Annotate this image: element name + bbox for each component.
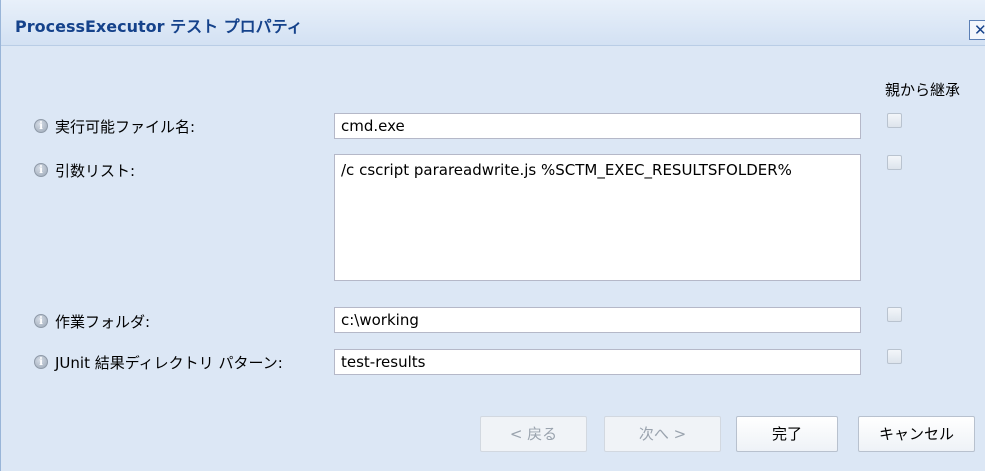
back-button[interactable]: < 戻る [480,416,587,452]
junit-pattern-label: JUnit 結果ディレクトリ パターン: [55,353,283,372]
dialog-body: 親から継承 i 実行可能ファイル名: i 引数リスト: /c cscript p… [1,46,985,471]
working-folder-inherit-checkbox[interactable] [887,307,902,322]
inherit-column-header: 親から継承 [885,81,961,99]
working-folder-label: 作業フォルダ: [55,312,151,331]
arguments-label: 引数リスト: [55,161,136,180]
executable-label-row: i 実行可能ファイル名: [34,116,195,136]
dialog: ProcessExecutor テスト プロパティ ✕ 親から継承 i 実行可能… [0,0,985,471]
dialog-titlebar: ProcessExecutor テスト プロパティ ✕ [1,0,985,46]
arguments-field[interactable]: /c cscript parareadwrite.js %SCTM_EXEC_R… [334,154,861,281]
cancel-button[interactable]: キャンセル [858,416,975,452]
executable-inherit-checkbox[interactable] [887,113,902,128]
junit-pattern-label-row: i JUnit 結果ディレクトリ パターン: [34,352,283,372]
executable-label: 実行可能ファイル名: [55,117,196,136]
finish-button[interactable]: 完了 [736,416,838,452]
info-icon: i [34,355,48,369]
info-icon: i [34,314,48,328]
arguments-label-row: i 引数リスト: [34,160,135,180]
close-icon[interactable]: ✕ [969,20,985,40]
dialog-title: ProcessExecutor テスト プロパティ [15,17,303,36]
info-icon: i [34,119,48,133]
executable-field[interactable] [334,113,861,139]
working-folder-field[interactable] [334,307,861,333]
junit-pattern-field[interactable] [334,349,861,375]
info-icon: i [34,163,48,177]
junit-pattern-inherit-checkbox[interactable] [887,349,902,364]
working-folder-label-row: i 作業フォルダ: [34,311,150,331]
next-button[interactable]: 次へ > [604,416,721,452]
arguments-inherit-checkbox[interactable] [887,155,902,170]
